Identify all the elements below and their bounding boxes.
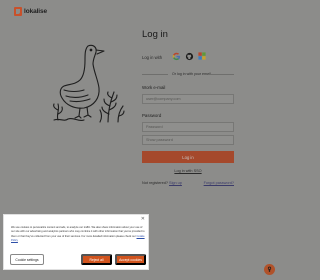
auth-links: Not registered? Sign up Forgot password? bbox=[142, 181, 234, 185]
login-button[interactable]: Log in bbox=[142, 151, 234, 163]
or-divider: Or log in with your email bbox=[142, 72, 234, 76]
password-label: Password bbox=[142, 113, 162, 118]
close-icon[interactable]: ✕ bbox=[141, 217, 145, 222]
logo[interactable]: lokalise bbox=[14, 7, 47, 16]
login-with-label: Log in with bbox=[142, 55, 163, 60]
help-icon bbox=[267, 266, 272, 272]
logo-text: lokalise bbox=[24, 8, 48, 15]
microsoft-icon[interactable] bbox=[197, 51, 207, 61]
signup-link[interactable]: Sign up bbox=[169, 181, 182, 185]
divider-text: Or log in with your email bbox=[172, 72, 211, 76]
cookie-text: We use cookies to personalize content an… bbox=[11, 226, 145, 243]
sso-providers bbox=[171, 51, 207, 61]
help-button[interactable] bbox=[264, 264, 275, 275]
login-title: Log in bbox=[142, 29, 168, 40]
email-label: Work e-mail bbox=[142, 85, 166, 90]
show-password-field[interactable] bbox=[142, 135, 234, 145]
forgot-password-link[interactable]: Forgot password? bbox=[204, 181, 234, 185]
goose-illustration bbox=[53, 44, 125, 123]
google-icon[interactable] bbox=[171, 51, 181, 61]
reject-all-button[interactable]: Reject all bbox=[81, 254, 112, 265]
password-field[interactable] bbox=[142, 122, 234, 132]
cookie-settings-button[interactable]: Cookie settings bbox=[10, 254, 44, 265]
divider-line bbox=[208, 74, 234, 75]
lokalise-logo-icon bbox=[14, 7, 22, 16]
github-icon[interactable] bbox=[184, 51, 194, 61]
accept-cookies-button[interactable]: Accept cookies bbox=[115, 254, 146, 265]
signup-prompt: Not registered? bbox=[142, 181, 168, 185]
email-field[interactable] bbox=[142, 94, 234, 104]
sso-link[interactable]: Log in with SSO bbox=[142, 169, 234, 173]
divider-line bbox=[142, 74, 168, 75]
